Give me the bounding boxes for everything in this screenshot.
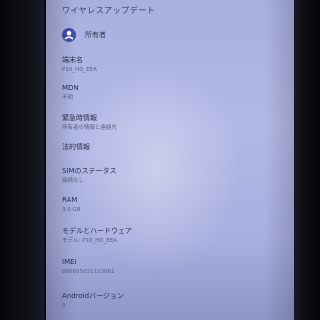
owner-label: 所有者: [85, 31, 106, 39]
item-value: 9: [62, 303, 66, 309]
item-value: 866605031123861: [62, 269, 115, 275]
item-title: MDN: [62, 84, 79, 92]
legal-info-item[interactable]: 法的情報: [62, 143, 90, 152]
item-title: 端末名: [62, 56, 83, 64]
imei-item[interactable]: IMEI 866605031123861: [62, 258, 115, 276]
wireless-update-item[interactable]: ワイヤレスアップデート: [62, 5, 155, 16]
item-title: 法的情報: [62, 143, 90, 151]
sim-status-item[interactable]: SIMのステータス 接続なし: [62, 167, 117, 185]
item-value: 接続なし: [62, 178, 85, 184]
item-value: 所有者の情報と連絡先: [62, 125, 118, 131]
mdn-item[interactable]: MDN 不明: [62, 84, 79, 102]
android-version-item[interactable]: Androidバージョン 9: [62, 292, 124, 310]
item-value: 3.0 GB: [62, 207, 81, 213]
device-bezel-left: [0, 0, 44, 320]
device-name-item[interactable]: 端末名 P10_HD_EEA: [62, 56, 97, 74]
item-value: モデル: P10_HD_EEA: [62, 238, 118, 244]
emergency-info-item[interactable]: 緊急時情報 所有者の情報と連絡先: [62, 114, 117, 132]
item-title: RAM: [62, 196, 78, 204]
owner-item[interactable]: 所有者: [62, 28, 106, 42]
account-circle-icon: [62, 28, 76, 42]
settings-screen: ワイヤレスアップデート 所有者 端末名 P10_HD_EEA MDN 不明 緊急…: [46, 0, 294, 320]
item-title: モデルとハードウェア: [62, 227, 132, 235]
item-title: Androidバージョン: [62, 292, 124, 300]
device-bezel-right: [292, 0, 320, 320]
item-value: 不明: [62, 95, 74, 101]
ram-item[interactable]: RAM 3.0 GB: [62, 196, 81, 214]
item-title: SIMのステータス: [62, 167, 117, 175]
model-hardware-item[interactable]: モデルとハードウェア モデル: P10_HD_EEA: [62, 227, 132, 245]
item-value: P10_HD_EEA: [62, 67, 97, 73]
item-title: 緊急時情報: [62, 114, 97, 122]
item-title: IMEI: [62, 258, 77, 266]
